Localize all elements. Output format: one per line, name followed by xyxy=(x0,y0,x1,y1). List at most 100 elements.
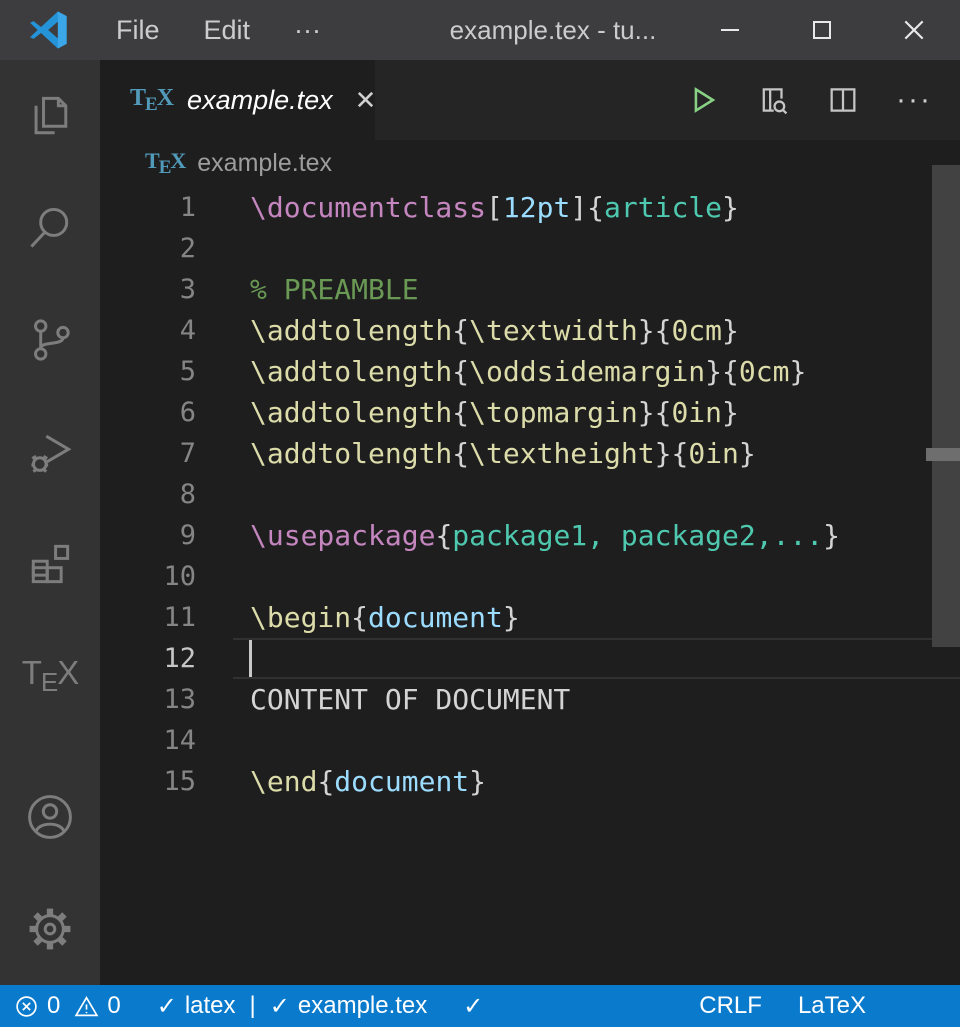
sidebar-item-settings[interactable] xyxy=(0,873,100,985)
code-text: \begin{document} xyxy=(196,601,520,634)
line-number[interactable]: 10 xyxy=(100,561,196,592)
code-editor[interactable]: 1\documentclass[12pt]{article}23% PREAMB… xyxy=(100,187,960,985)
source-control-icon xyxy=(24,314,76,366)
code-line[interactable]: 5\addtolength{\oddsidemargin}{0cm} xyxy=(100,351,960,392)
minimize-button[interactable] xyxy=(684,0,776,60)
line-number[interactable]: 4 xyxy=(100,315,196,346)
code-line[interactable]: 8 xyxy=(100,474,960,515)
minimize-icon xyxy=(718,18,742,42)
code-text: % PREAMBLE xyxy=(196,273,419,306)
code-line[interactable]: 7\addtolength{\textheight}{0in} xyxy=(100,433,960,474)
code-text: \documentclass[12pt]{article} xyxy=(196,191,739,224)
build-label: latex xyxy=(185,992,236,1020)
error-count: 0 xyxy=(47,992,60,1020)
code-lines: 1\documentclass[12pt]{article}23% PREAMB… xyxy=(100,187,960,802)
menu-overflow[interactable]: ··· xyxy=(272,0,343,60)
eol-indicator[interactable]: CRLF xyxy=(699,992,762,1020)
sidebar-item-extensions[interactable] xyxy=(0,508,100,620)
view-pdf-preview-icon[interactable] xyxy=(756,83,790,117)
code-line[interactable]: 4\addtolength{\textwidth}{0cm} xyxy=(100,310,960,351)
menu-edit[interactable]: Edit xyxy=(182,0,273,60)
account-icon xyxy=(24,791,76,843)
sidebar-item-search[interactable] xyxy=(0,172,100,284)
sidebar-item-explorer[interactable] xyxy=(0,60,100,172)
check-icon: ✓ xyxy=(270,992,290,1021)
code-text: \end{document} xyxy=(196,765,486,798)
code-line[interactable]: 12 xyxy=(100,638,960,679)
more-actions-icon[interactable]: ··· xyxy=(896,83,932,117)
line-number[interactable]: 13 xyxy=(100,684,196,715)
tab-label: example.tex xyxy=(187,85,333,116)
tex-activity-icon: TEX xyxy=(22,654,79,698)
run-debug-icon xyxy=(24,426,76,478)
maximize-button[interactable] xyxy=(776,0,868,60)
code-text: \addtolength{\topmargin}{0in} xyxy=(196,396,739,429)
gear-icon xyxy=(24,903,76,955)
line-number[interactable]: 15 xyxy=(100,766,196,797)
close-button[interactable] xyxy=(868,0,960,60)
line-number[interactable]: 2 xyxy=(100,233,196,264)
text-cursor xyxy=(249,639,252,678)
overview-ruler-marker xyxy=(926,448,960,461)
code-line[interactable]: 15\end{document} xyxy=(100,761,960,802)
code-line[interactable]: 9\usepackage{package1, package2,...} xyxy=(100,515,960,556)
sidebar-item-run-debug[interactable] xyxy=(0,396,100,508)
code-text: \addtolength{\textwidth}{0cm} xyxy=(196,314,739,347)
code-line[interactable]: 2 xyxy=(100,228,960,269)
sidebar-item-accounts[interactable] xyxy=(0,761,100,873)
extensions-icon xyxy=(24,538,76,590)
vertical-scrollbar[interactable] xyxy=(932,165,960,647)
code-line[interactable]: 1\documentclass[12pt]{article} xyxy=(100,187,960,228)
editor-group: TEX example.tex ✕ xyxy=(100,60,960,985)
latex-build-status[interactable]: ✓ latex | ✓ example.tex xyxy=(157,985,428,1027)
titlebar: File Edit ··· example.tex - tu... xyxy=(0,0,960,60)
code-line[interactable]: 14 xyxy=(100,720,960,761)
menubar: File Edit ··· xyxy=(94,0,343,60)
tex-file-icon: TEX xyxy=(130,85,173,116)
vscode-logo-icon xyxy=(26,9,72,51)
line-number[interactable]: 9 xyxy=(100,520,196,551)
lint-status[interactable]: ✓ xyxy=(463,985,483,1027)
line-number[interactable]: 8 xyxy=(100,479,196,510)
warning-count: 0 xyxy=(107,992,120,1020)
line-number[interactable]: 11 xyxy=(100,602,196,633)
build-latex-icon[interactable] xyxy=(686,83,720,117)
line-number[interactable]: 12 xyxy=(100,643,196,674)
check-icon: ✓ xyxy=(463,992,483,1021)
problems-indicator[interactable]: 0 0 xyxy=(14,985,121,1027)
breadcrumb-item[interactable]: example.tex xyxy=(197,149,332,178)
code-line[interactable]: 3% PREAMBLE xyxy=(100,269,960,310)
language-mode[interactable]: LaTeX xyxy=(798,992,866,1020)
code-line[interactable]: 13CONTENT OF DOCUMENT xyxy=(100,679,960,720)
sidebar-item-source-control[interactable] xyxy=(0,284,100,396)
check-icon: ✓ xyxy=(157,992,177,1021)
menu-file[interactable]: File xyxy=(94,0,182,60)
maximize-icon xyxy=(810,18,834,42)
code-text: \usepackage{package1, package2,...} xyxy=(196,519,840,552)
close-icon xyxy=(901,17,927,43)
error-icon xyxy=(14,994,39,1019)
tab-actions: ··· xyxy=(686,60,960,140)
build-file-label: example.tex xyxy=(298,992,427,1020)
tex-file-icon: TEX xyxy=(145,148,185,179)
line-number[interactable]: 7 xyxy=(100,438,196,469)
code-line[interactable]: 10 xyxy=(100,556,960,597)
line-number[interactable]: 6 xyxy=(100,397,196,428)
line-number[interactable]: 14 xyxy=(100,725,196,756)
code-text: \addtolength{\textheight}{0in} xyxy=(196,437,756,470)
window-controls xyxy=(684,0,960,60)
line-number[interactable]: 1 xyxy=(100,192,196,223)
tab-close-icon[interactable]: ✕ xyxy=(355,85,377,116)
code-line[interactable]: 11\begin{document} xyxy=(100,597,960,638)
split-editor-icon[interactable] xyxy=(826,83,860,117)
window-title: example.tex - tu... xyxy=(450,0,657,60)
separator: | xyxy=(250,992,256,1020)
warning-icon xyxy=(74,994,99,1019)
line-number[interactable]: 3 xyxy=(100,274,196,305)
line-number[interactable]: 5 xyxy=(100,356,196,387)
tab-example-tex[interactable]: TEX example.tex ✕ xyxy=(100,60,375,140)
code-line[interactable]: 6\addtolength{\topmargin}{0in} xyxy=(100,392,960,433)
breadcrumb[interactable]: TEX example.tex xyxy=(100,140,960,187)
search-icon xyxy=(24,202,76,254)
sidebar-item-latex-workshop[interactable]: TEX xyxy=(0,620,100,732)
